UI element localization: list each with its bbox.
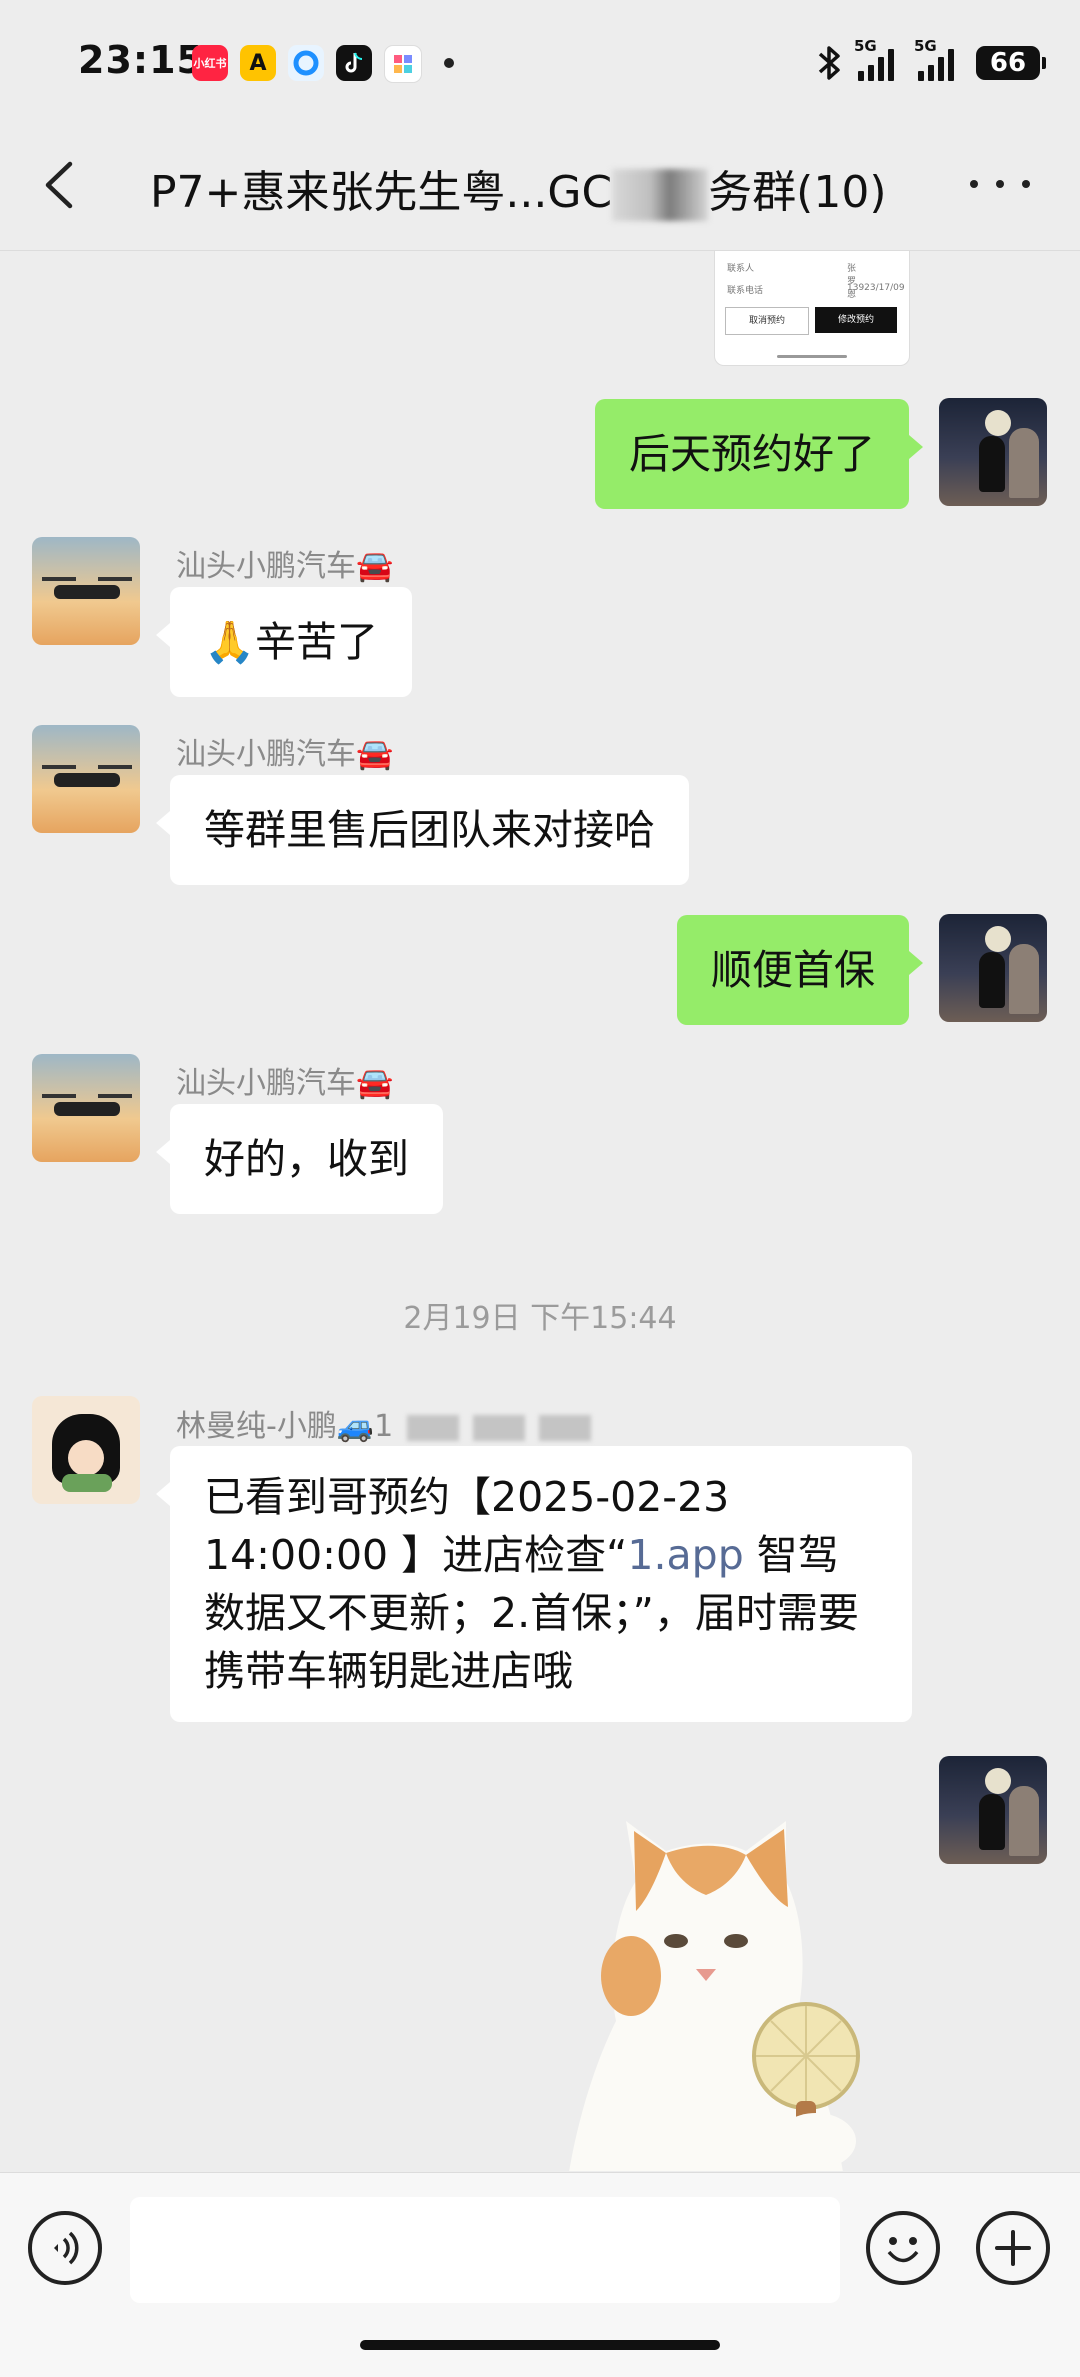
plus-icon bbox=[995, 2230, 1031, 2266]
message-link[interactable]: 1.app bbox=[627, 1531, 743, 1579]
battery-icon: 66 bbox=[976, 46, 1046, 80]
more-options-button[interactable] bbox=[970, 174, 1030, 194]
home-indicator[interactable] bbox=[360, 2340, 720, 2350]
xiaohongshu-icon: 小红书 bbox=[192, 45, 228, 81]
chat-messages[interactable]: 联系人 张罗恩 联系电话 13923/17/09 取消预约 修改预约 后天预约好了 … bbox=[0, 251, 1080, 2171]
sender-avatar[interactable] bbox=[32, 725, 140, 833]
sender-name: 汕头小鹏汽车🚘 bbox=[176, 737, 394, 772]
back-button[interactable] bbox=[36, 158, 86, 212]
cat-with-fan-sticker[interactable] bbox=[556, 1821, 900, 2171]
my-avatar[interactable] bbox=[939, 914, 1047, 1022]
card-row-contact: 联系人 张罗恩 bbox=[727, 264, 857, 300]
message-bubble-in[interactable]: 🙏辛苦了 bbox=[155, 587, 413, 697]
status-time: 23:15 bbox=[78, 38, 204, 82]
notification-dot-icon bbox=[444, 58, 454, 68]
my-avatar[interactable] bbox=[939, 398, 1047, 506]
tiktok-icon bbox=[336, 45, 372, 81]
dot-icon bbox=[970, 180, 978, 188]
sender-name: 汕头小鹏汽车🚘 bbox=[176, 1066, 394, 1101]
message-bubble-in[interactable]: 等群里售后团队来对接哈 bbox=[156, 775, 689, 885]
message-bubble-out[interactable]: 顺便首保 bbox=[677, 915, 923, 1025]
more-functions-button[interactable] bbox=[976, 2211, 1050, 2285]
sender-avatar[interactable] bbox=[32, 537, 140, 645]
status-right: 5G 5G 66 bbox=[812, 37, 1046, 86]
card-row-phone: 联系电话 13923/17/09 bbox=[727, 283, 905, 296]
status-bar: 23:15 小红书 A 5G 5G 66 bbox=[0, 0, 1080, 120]
browser-icon bbox=[288, 45, 324, 81]
sender-avatar[interactable] bbox=[32, 1396, 140, 1504]
appointment-card-stub[interactable]: 联系人 张罗恩 联系电话 13923/17/09 取消预约 修改预约 bbox=[714, 251, 910, 366]
sender-name: 汕头小鹏汽车🚘 bbox=[176, 549, 394, 584]
modify-appointment-button[interactable]: 修改预约 bbox=[815, 307, 897, 333]
chat-header: P7+惠来张先生粤...GC 务群(10) bbox=[0, 120, 1080, 251]
title-prefix: P7+惠来张先生粤...GC bbox=[150, 167, 613, 218]
message-bubble-in[interactable]: 好的，收到 bbox=[156, 1104, 443, 1214]
message-input[interactable] bbox=[130, 2197, 840, 2303]
cancel-appointment-button[interactable]: 取消预约 bbox=[725, 307, 809, 335]
bluetooth-icon bbox=[818, 46, 840, 80]
sender-name: 林曼纯-小鹏🚙1 bbox=[176, 1401, 592, 1445]
signal-5g-icon-1: 5G bbox=[854, 37, 894, 81]
chat-title: P7+惠来张先生粤...GC 务群(10) bbox=[150, 156, 930, 221]
multicolor-app-icon bbox=[384, 45, 422, 83]
message-bubble-out[interactable]: 后天预约好了 bbox=[595, 399, 923, 509]
dot-icon bbox=[1022, 180, 1030, 188]
app-a-icon: A bbox=[240, 45, 276, 81]
sender-avatar[interactable] bbox=[32, 1054, 140, 1162]
signal-5g-icon-2: 5G bbox=[914, 37, 954, 81]
title-suffix: 务群(10) bbox=[708, 167, 887, 218]
redacted-blur bbox=[612, 169, 709, 221]
message-timestamp: 2月19日 下午15:44 bbox=[403, 1301, 677, 1336]
message-bubble-in[interactable]: 已看到哥预约【2025-02-23 14:00:00 】进店检查“1.app 智… bbox=[156, 1446, 912, 1722]
smiley-icon bbox=[887, 2237, 919, 2263]
voice-input-button[interactable] bbox=[28, 2211, 102, 2285]
dot-icon bbox=[996, 180, 1004, 188]
voice-icon bbox=[54, 2231, 79, 2265]
card-divider bbox=[777, 355, 847, 358]
chevron-left-icon bbox=[45, 161, 73, 209]
my-avatar[interactable] bbox=[939, 1756, 1047, 1864]
emoji-button[interactable] bbox=[866, 2211, 940, 2285]
